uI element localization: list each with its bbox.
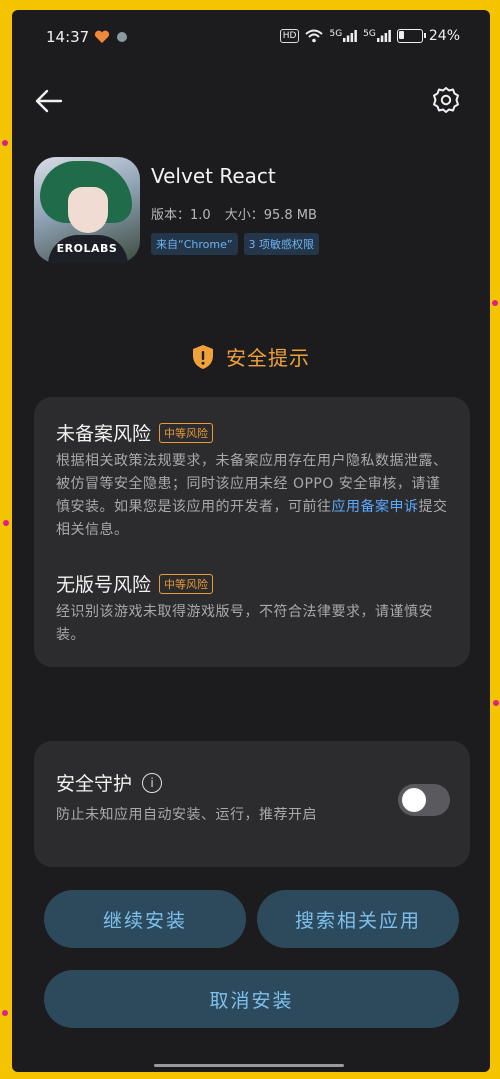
app-size: 大小：95.8 MB — [224, 208, 317, 223]
app-notification-icon — [117, 32, 127, 42]
app-version: 版本：1.0 — [151, 208, 211, 223]
app-meta: 版本：1.0 大小：95.8 MB — [151, 204, 317, 223]
shield-warning-icon — [193, 344, 213, 369]
frame-dot — [492, 300, 498, 306]
continue-install-button[interactable]: 继续安装 — [44, 890, 246, 948]
risk-level-badge: 中等风险 — [159, 573, 214, 594]
hd-icon: HD — [279, 29, 300, 43]
frame-dot — [2, 140, 8, 146]
risk-title: 无版号风险 — [56, 574, 152, 596]
status-time: 14:37 — [46, 28, 90, 46]
info-icon[interactable]: i — [142, 772, 163, 793]
risk-item-unregistered: 未备案风险 中等风险 根据相关政策法规要求，未备案应用存在用户隐私数据泄露、被仿… — [56, 419, 451, 542]
heart-app-icon — [94, 30, 110, 43]
protection-title: 安全守护 — [56, 773, 133, 795]
battery-icon — [396, 29, 426, 43]
gear-icon — [433, 87, 459, 113]
protection-description: 防止未知应用自动安装、运行，推荐开启 — [56, 807, 317, 823]
device-frame: 14:37 HD 5G 5G 24% EROLABS Velvet React … — [0, 0, 500, 1079]
app-tags: 来自“Chrome” 3 项敏感权限 — [151, 233, 320, 255]
wifi-icon — [305, 29, 324, 43]
risk-description: 根据相关政策法规要求，未备案应用存在用户隐私数据泄露、被仿冒等安全隐患；同时该应… — [56, 453, 448, 538]
signal-icon-1: 5G — [329, 29, 358, 42]
arrow-left-icon — [35, 89, 63, 113]
risk-card: 未备案风险 中等风险 根据相关政策法规要求，未备案应用存在用户隐私数据泄露、被仿… — [34, 397, 470, 667]
home-indicator[interactable] — [154, 1064, 344, 1067]
risk-item-no-license: 无版号风险 中等风险 经识别该游戏未取得游戏版号，不符合法律要求，请谨慎安装。 — [56, 570, 451, 647]
app-name: Velvet React — [151, 164, 276, 188]
appeal-link[interactable]: 应用备案申诉 — [332, 499, 419, 515]
security-title: 安全提示 — [226, 346, 310, 370]
security-header: 安全提示 — [12, 342, 490, 371]
settings-button[interactable] — [432, 86, 460, 114]
cancel-install-button[interactable]: 取消安装 — [44, 970, 459, 1028]
install-screen: 14:37 HD 5G 5G 24% EROLABS Velvet React … — [12, 10, 490, 1072]
status-notification-icons — [94, 30, 128, 44]
source-tag: 来自“Chrome” — [151, 233, 238, 255]
risk-level-badge: 中等风险 — [159, 422, 214, 443]
protection-card: 安全守护 i 防止未知应用自动安装、运行，推荐开启 — [34, 741, 470, 867]
permissions-tag[interactable]: 3 项敏感权限 — [243, 233, 320, 255]
search-related-apps-button[interactable]: 搜索相关应用 — [257, 890, 459, 948]
battery-percent: 24% — [428, 28, 460, 44]
back-button[interactable] — [34, 88, 64, 114]
frame-dot — [2, 1010, 8, 1016]
frame-dot — [493, 700, 499, 706]
risk-title: 未备案风险 — [56, 423, 152, 445]
frame-dot — [3, 520, 9, 526]
risk-description: 经识别该游戏未取得游戏版号，不符合法律要求，请谨慎安装。 — [56, 604, 433, 643]
protection-toggle[interactable] — [398, 784, 450, 816]
status-bar: 14:37 HD 5G 5G 24% — [12, 10, 490, 66]
signal-icon-2: 5G — [363, 29, 391, 42]
status-right-icons: HD 5G 5G 24% — [279, 28, 460, 44]
app-icon: EROLABS — [34, 157, 140, 263]
app-icon-brand: EROLABS — [56, 242, 118, 255]
